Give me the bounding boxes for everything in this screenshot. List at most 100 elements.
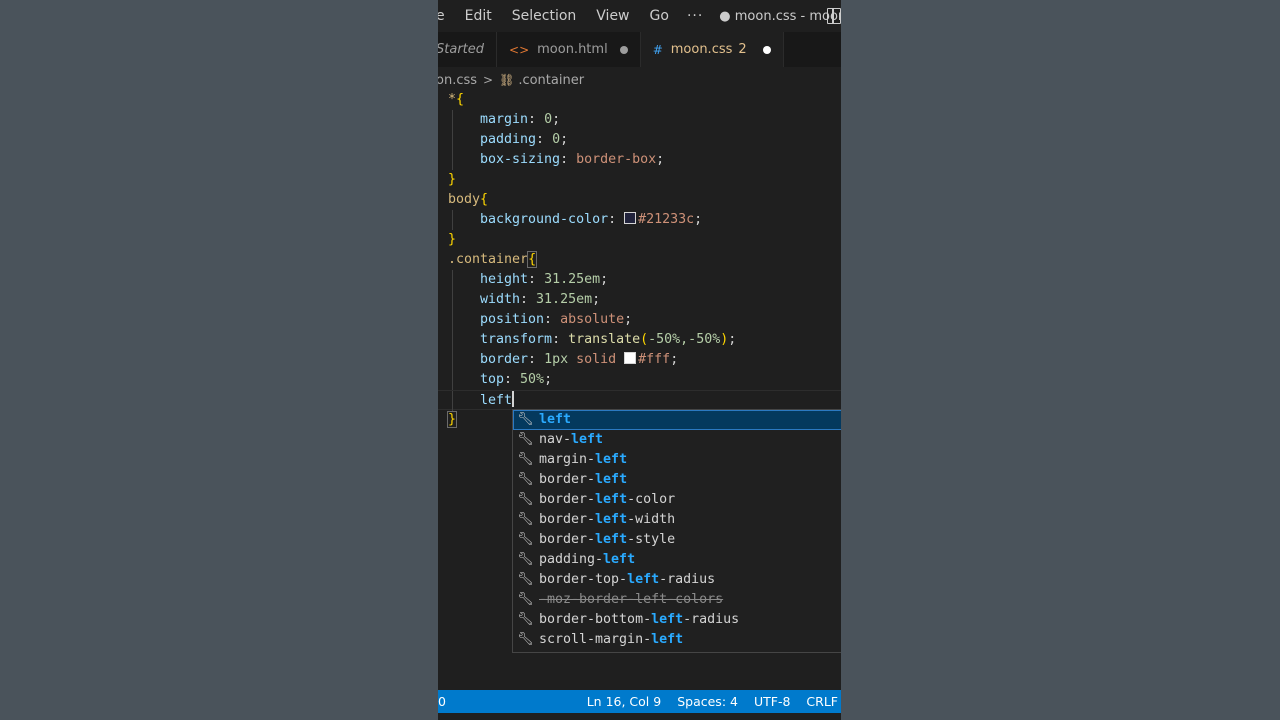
tab-label: Started xyxy=(438,42,485,57)
brace-token: } xyxy=(448,232,457,247)
suggestion-item[interactable]: 🔧︎ border-top-left -radius xyxy=(513,570,841,590)
code-line: position: absolute; xyxy=(438,310,841,330)
menu-selection[interactable]: Selection xyxy=(502,8,587,24)
value-token: 1px xyxy=(544,352,569,367)
code-line: .container{ xyxy=(438,250,841,270)
property-wrench-icon: 🔧︎ xyxy=(517,432,534,447)
tab-label: moon.css xyxy=(670,42,733,57)
property-wrench-icon: 🔧︎ xyxy=(517,592,534,607)
left-background xyxy=(0,0,438,720)
autocomplete-dropdown: 🔧︎ left 🔧︎ nav-left 🔧︎ margin-left 🔧︎ border… xyxy=(512,409,841,653)
code-line: margin: 0; xyxy=(438,110,841,130)
value-token: solid xyxy=(576,352,617,367)
code-line: transform: translate(-50%,-50%); xyxy=(438,330,841,350)
property-wrench-icon: 🔧︎ xyxy=(517,612,534,627)
indent-guide xyxy=(452,330,453,350)
menu-view[interactable]: View xyxy=(586,8,639,24)
problem-count-badge: 2 xyxy=(738,42,747,57)
suggestion-item[interactable]: 🔧︎ border-bottom-left -radius xyxy=(513,610,841,630)
suggestion-item[interactable]: 🔧︎ nav-left xyxy=(513,430,841,450)
code-line: } xyxy=(438,170,841,190)
property-token: margin xyxy=(480,112,529,127)
menu-file[interactable]: e xyxy=(438,8,455,24)
property-wrench-icon: 🔧︎ xyxy=(517,492,534,507)
indent-guide xyxy=(452,130,453,150)
property-wrench-icon: 🔧︎ xyxy=(517,532,534,547)
brace-token: { xyxy=(456,92,465,107)
text-cursor xyxy=(512,391,514,407)
color-swatch[interactable] xyxy=(624,352,637,364)
tab-label: moon.html xyxy=(537,42,608,57)
unsaved-dot-icon[interactable] xyxy=(619,45,628,54)
menu-edit[interactable]: Edit xyxy=(455,8,502,24)
code-editor[interactable]: *{ margin: 0; padding: 0; box-sizing: bo… xyxy=(438,90,841,430)
selector-token: body xyxy=(448,192,481,207)
window-title: ● moon.css - moon - Vi... xyxy=(719,8,841,24)
problems-count[interactable]: 0 xyxy=(438,694,446,709)
suggestion-item[interactable]: 🔧︎ scroll-margin-left xyxy=(513,630,841,650)
brace-token: { xyxy=(480,192,489,207)
menu-more-button[interactable]: ··· xyxy=(679,8,711,24)
value-token: #21233c xyxy=(638,212,695,227)
color-swatch[interactable] xyxy=(624,212,637,224)
property-wrench-icon: 🔧︎ xyxy=(517,472,534,487)
property-token: position xyxy=(480,312,545,327)
property-wrench-icon: 🔧︎ xyxy=(517,452,534,467)
breadcrumb-file[interactable]: on.css xyxy=(438,73,477,88)
tab-bar: Started <> moon.html # moon.css 2 xyxy=(438,32,841,67)
property-token: background-color xyxy=(480,212,609,227)
tab-moon-html[interactable]: <> moon.html xyxy=(497,32,641,67)
property-token: padding xyxy=(480,132,537,147)
value-token: 50% xyxy=(520,372,545,387)
suggestion-item[interactable]: 🔧︎ border-left xyxy=(513,470,841,490)
breadcrumb: on.css > ⛓ .container xyxy=(438,69,841,91)
property-token: box-sizing xyxy=(480,152,561,167)
value-token: -50%,-50% xyxy=(648,332,721,347)
suggestion-item[interactable]: 🔧︎ border-left -color xyxy=(513,490,841,510)
suggestion-item[interactable]: 🔧︎ padding-left xyxy=(513,550,841,570)
code-line: width: 31.25em; xyxy=(438,290,841,310)
code-line: height: 31.25em; xyxy=(438,270,841,290)
indentation[interactable]: Spaces: 4 xyxy=(669,694,746,709)
suggestion-item-deprecated[interactable]: 🔧︎ -moz-border-left-colors xyxy=(513,590,841,610)
code-line: border: 1px solid #fff; xyxy=(438,350,841,370)
end-of-line[interactable]: CRLF xyxy=(798,694,841,709)
css-file-icon: # xyxy=(652,42,663,57)
brace-token: } xyxy=(446,411,458,428)
suggestion-item[interactable]: 🔧︎ margin-left xyxy=(513,450,841,470)
code-line: background-color: #21233c; xyxy=(438,210,841,230)
tab-moon-css[interactable]: # moon.css 2 xyxy=(640,32,784,67)
indent-guide xyxy=(452,110,453,130)
typed-text: left xyxy=(480,393,513,408)
function-token: translate xyxy=(568,332,641,347)
code-line: *{ xyxy=(438,90,841,110)
property-wrench-icon: 🔧︎ xyxy=(517,572,534,587)
property-token: transform xyxy=(480,332,553,347)
suggestion-item[interactable]: 🔧︎ left xyxy=(513,410,841,430)
chevron-right-icon: > xyxy=(483,73,494,87)
code-line: } xyxy=(438,230,841,250)
tab-get-started[interactable]: Started xyxy=(438,32,498,67)
breadcrumb-symbol[interactable]: .container xyxy=(518,73,584,88)
indent-guide xyxy=(452,270,453,290)
suggestion-item[interactable]: 🔧︎ border-left -style xyxy=(513,530,841,550)
cursor-position[interactable]: Ln 16, Col 9 xyxy=(579,694,670,709)
value-token: absolute xyxy=(560,312,625,327)
status-bar: 0 Ln 16, Col 9 Spaces: 4 UTF-8 CRLF xyxy=(438,690,841,713)
value-token: 0 xyxy=(552,132,561,147)
encoding[interactable]: UTF-8 xyxy=(746,694,798,709)
unsaved-dot-icon[interactable] xyxy=(762,45,771,54)
toggle-sidebar-icon[interactable] xyxy=(827,8,841,24)
property-wrench-icon: 🔧︎ xyxy=(517,552,534,567)
selector-token: .container xyxy=(448,252,529,267)
property-wrench-icon: 🔧︎ xyxy=(517,632,534,647)
html-file-icon: <> xyxy=(509,42,530,57)
property-token: border xyxy=(480,352,529,367)
current-line: left xyxy=(438,390,841,411)
indent-guide xyxy=(452,391,453,411)
menu-go[interactable]: Go xyxy=(640,8,679,24)
vscode-window: e Edit Selection View Go ··· ● moon.css … xyxy=(438,0,841,720)
suggestion-item[interactable]: 🔧︎ border-left -width xyxy=(513,510,841,530)
code-line: box-sizing: border-box; xyxy=(438,150,841,170)
code-line: body{ xyxy=(438,190,841,210)
